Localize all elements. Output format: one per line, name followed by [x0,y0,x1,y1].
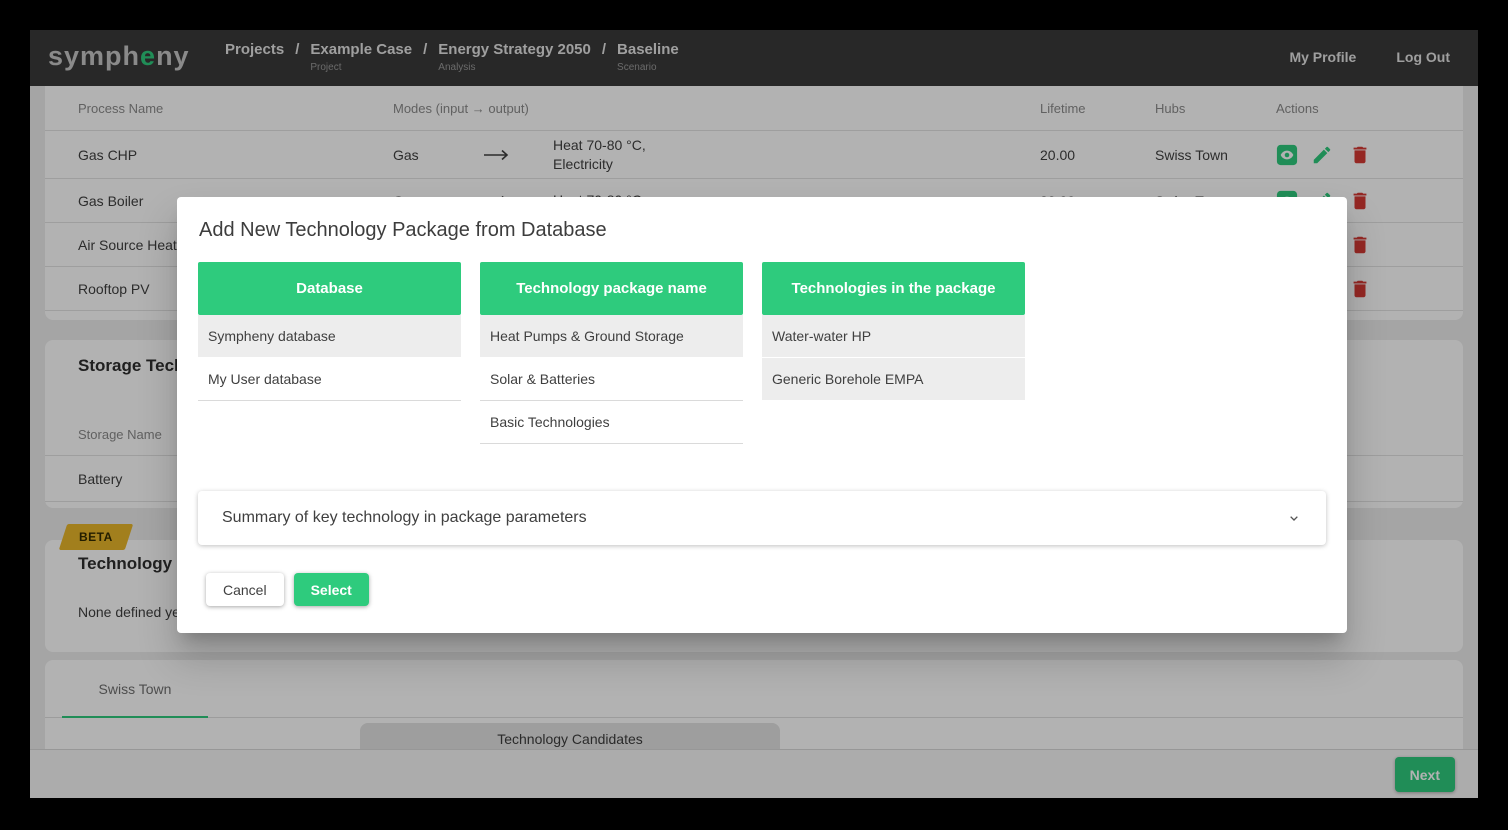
picker-column: DatabaseSympheny databaseMy User databas… [198,262,461,444]
app-window: sympheny Projects/Example CaseProject/En… [30,30,1478,798]
dialog-title: Add New Technology Package from Database [199,219,607,242]
picker-list-item[interactable]: Generic Borehole EMPA [762,358,1025,401]
picker-list-item[interactable]: Water-water HP [762,315,1025,358]
add-technology-package-dialog: Add New Technology Package from Database… [177,197,1347,633]
cancel-button[interactable]: Cancel [206,573,284,606]
select-button[interactable]: Select [294,573,369,606]
picker-list-item[interactable]: Basic Technologies [480,401,743,444]
picker-list-item[interactable]: Heat Pumps & Ground Storage [480,315,743,358]
picker-list-item[interactable]: Solar & Batteries [480,358,743,401]
picker-column: Technology package nameHeat Pumps & Grou… [480,262,743,444]
picker-column-header: Technologies in the package [762,262,1025,315]
picker-column-header: Database [198,262,461,315]
summary-label: Summary of key technology in package par… [222,509,587,527]
chevron-down-icon [1286,510,1302,526]
picker-list-item[interactable]: Sympheny database [198,315,461,358]
picker-column-header: Technology package name [480,262,743,315]
picker-column: Technologies in the packageWater-water H… [762,262,1025,444]
summary-accordion[interactable]: Summary of key technology in package par… [198,491,1326,545]
picker-list-item[interactable]: My User database [198,358,461,401]
